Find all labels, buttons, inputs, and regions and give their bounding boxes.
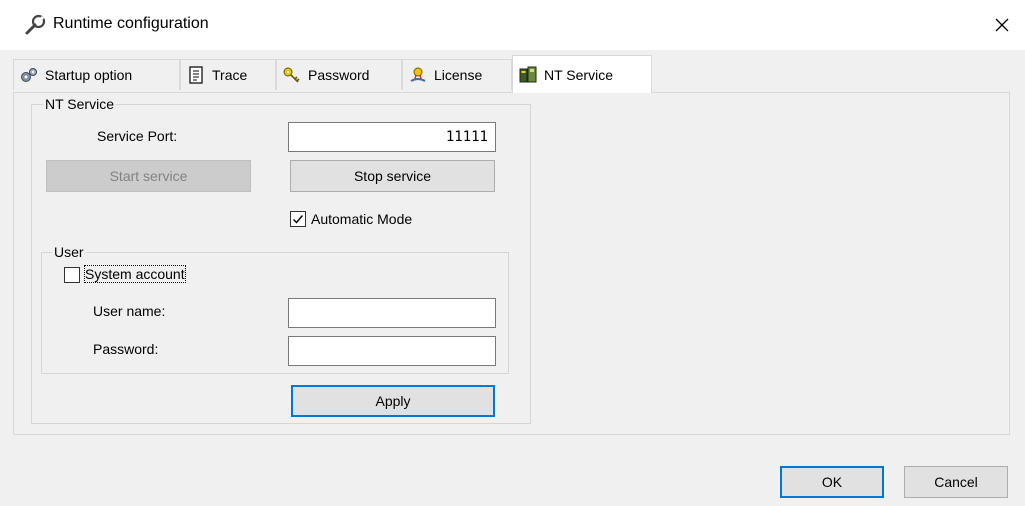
tab-startup-option[interactable]: Startup option <box>13 59 180 90</box>
tab-label: License <box>434 67 483 83</box>
keys-icon <box>282 66 302 84</box>
tab-label: NT Service <box>544 66 613 83</box>
service-port-label: Service Port: <box>97 128 178 144</box>
cancel-button[interactable]: Cancel <box>904 466 1008 498</box>
start-service-button[interactable]: Start service <box>46 160 251 192</box>
title-bar: Runtime configuration <box>0 0 1025 50</box>
stop-service-button[interactable]: Stop service <box>290 160 495 192</box>
tab-password[interactable]: Password <box>276 59 402 90</box>
tab-panel-nt-service: NT Service Service Port: Start service S… <box>13 92 1010 435</box>
password-label: Password: <box>93 341 159 357</box>
system-account-checkbox[interactable] <box>64 267 80 283</box>
apply-button[interactable]: Apply <box>291 385 495 417</box>
service-computer-icon <box>518 66 538 84</box>
tab-nt-service[interactable]: NT Service <box>512 55 652 93</box>
automatic-mode-label[interactable]: Automatic Mode <box>311 211 412 227</box>
license-certificate-icon <box>408 66 428 84</box>
checkmark-icon <box>293 215 304 224</box>
service-port-input[interactable] <box>288 122 496 152</box>
group-label-user: User <box>52 244 86 260</box>
tab-license[interactable]: License <box>402 59 512 90</box>
tab-label: Password <box>308 67 370 83</box>
automatic-mode-checkbox[interactable] <box>290 211 306 227</box>
tab-trace[interactable]: Trace <box>180 59 276 90</box>
tab-label: Startup option <box>45 67 133 83</box>
wrench-icon <box>24 14 46 36</box>
gears-icon <box>19 66 39 84</box>
system-account-label[interactable]: System account <box>84 265 186 283</box>
tab-label: Trace <box>212 67 248 83</box>
password-input[interactable] <box>288 336 496 366</box>
close-button[interactable] <box>979 0 1025 50</box>
notepad-icon <box>186 66 206 84</box>
close-icon <box>995 18 1009 32</box>
ok-button[interactable]: OK <box>780 466 884 498</box>
user-name-label: User name: <box>93 303 166 319</box>
group-label-nt-service: NT Service <box>43 96 116 112</box>
window-title: Runtime configuration <box>53 15 209 32</box>
user-name-input[interactable] <box>288 298 496 328</box>
